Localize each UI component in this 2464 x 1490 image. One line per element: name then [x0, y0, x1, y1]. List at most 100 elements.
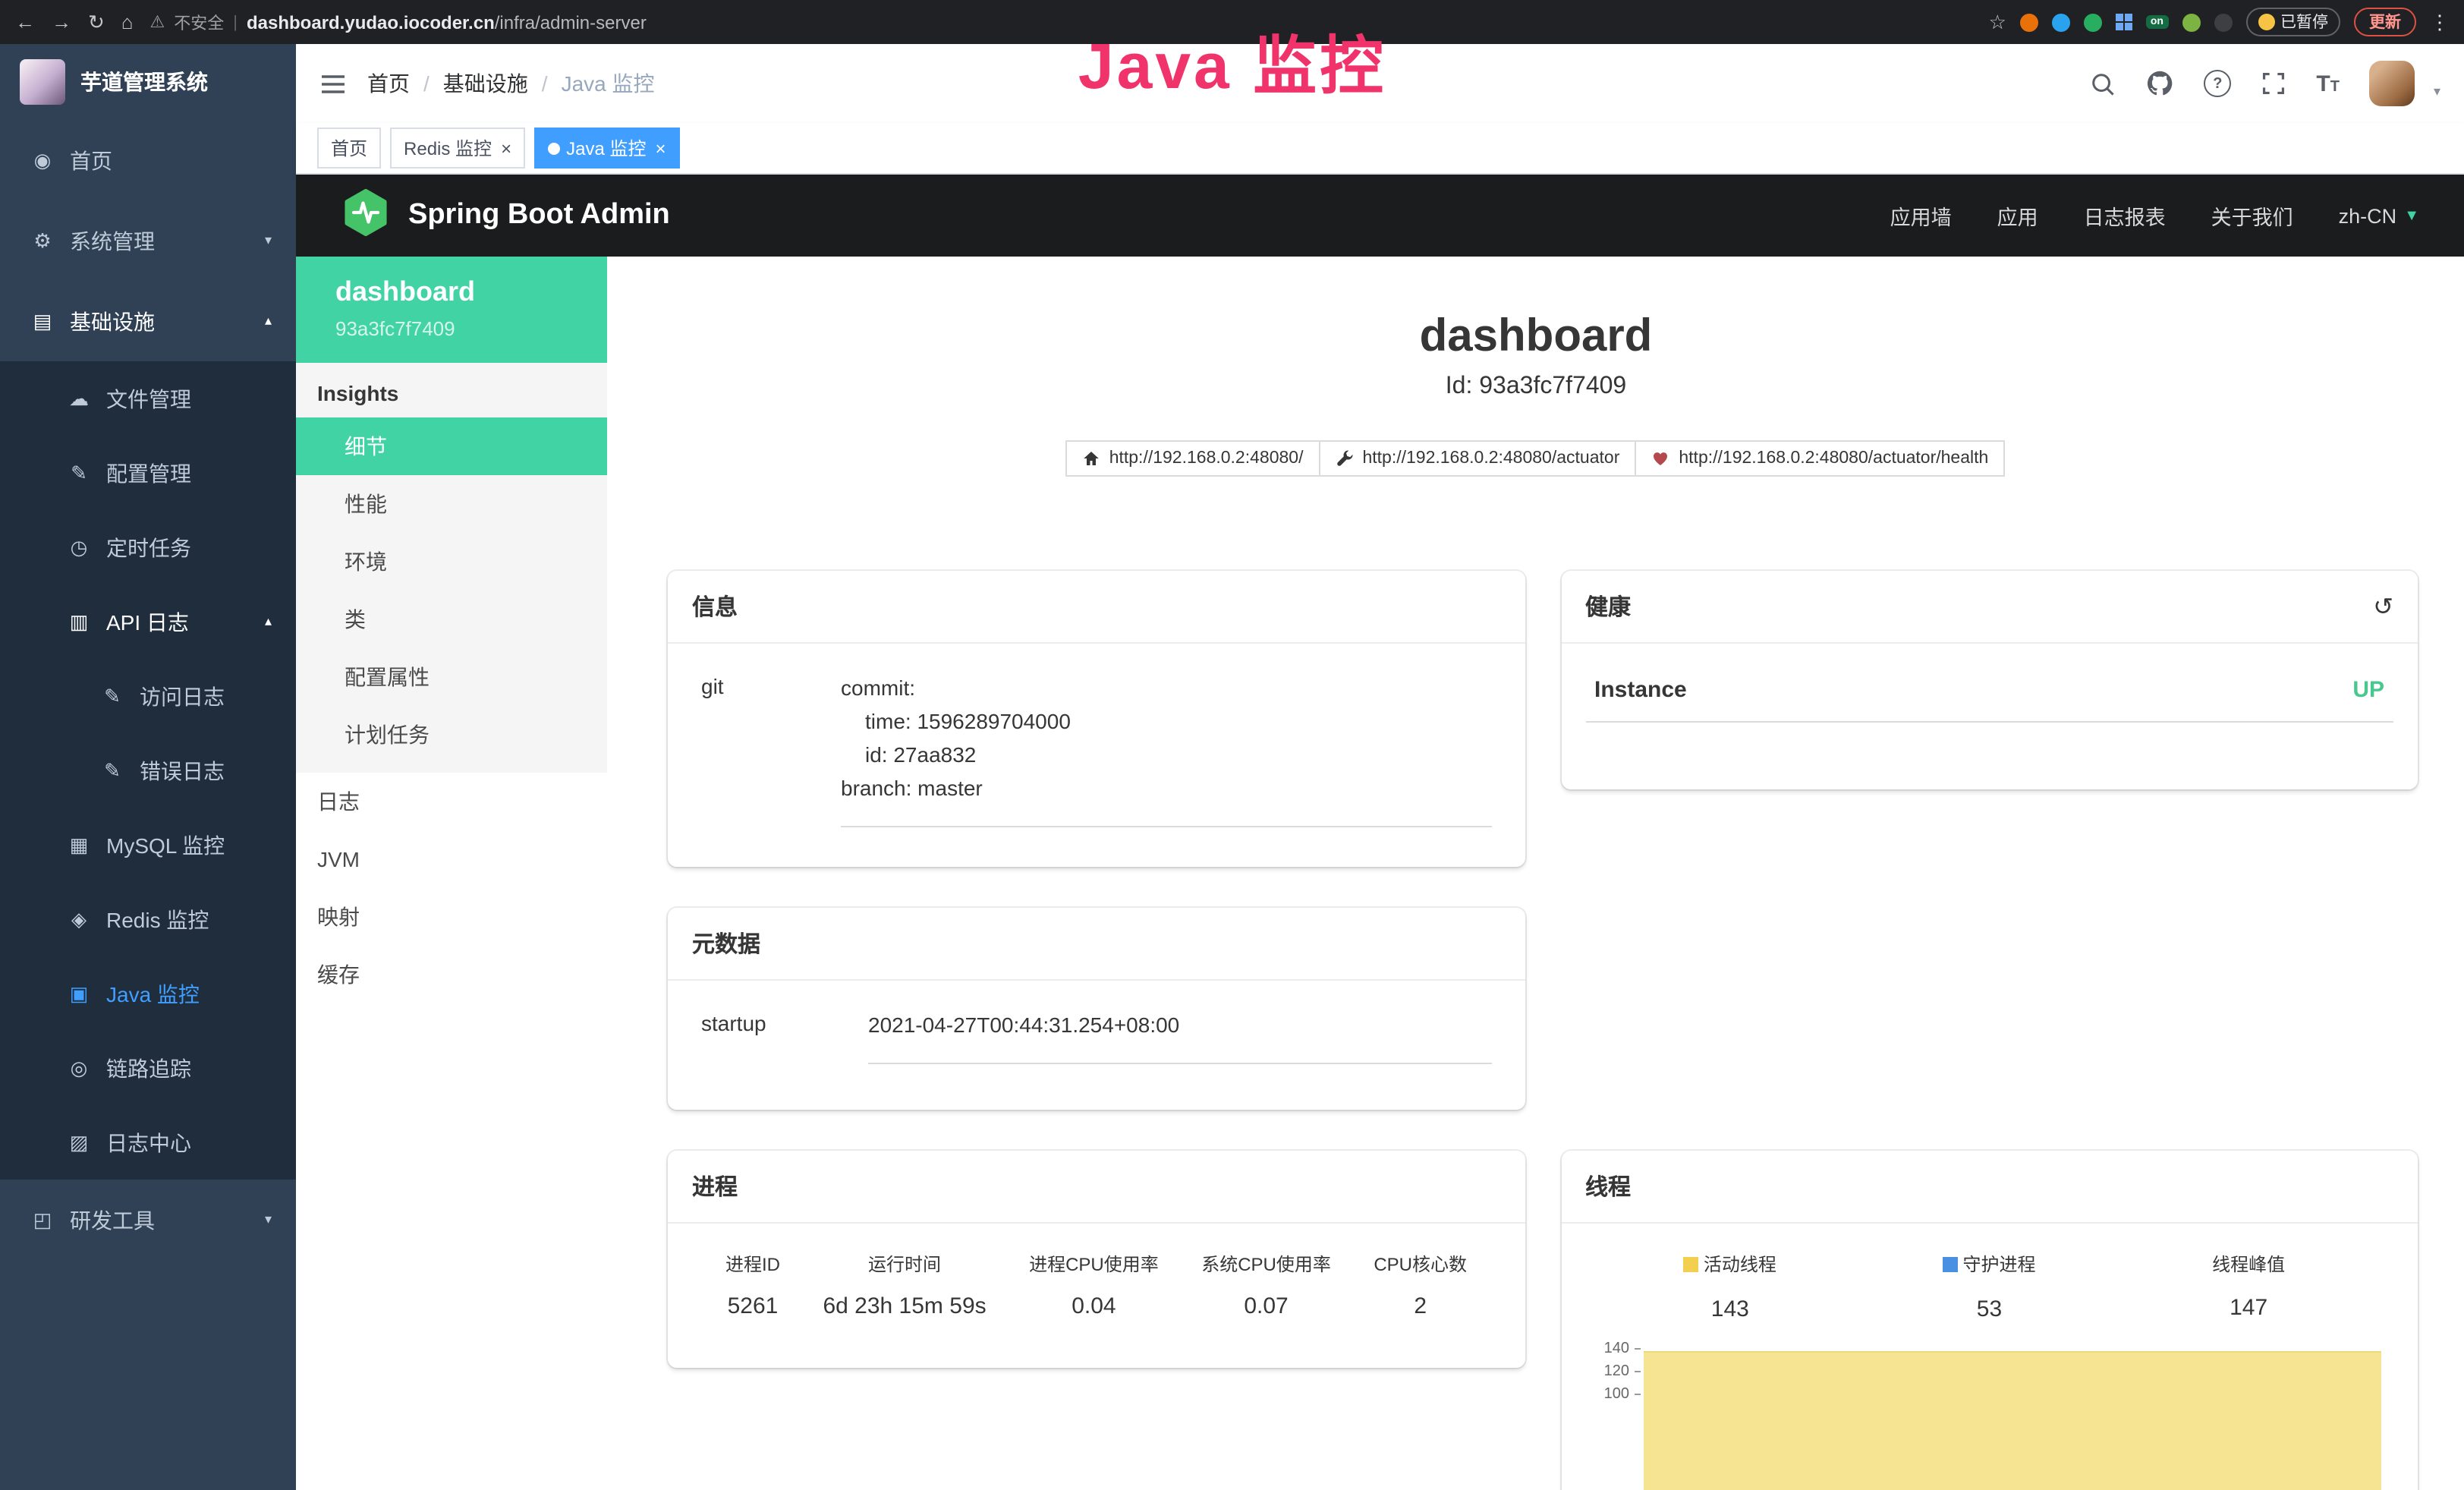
sba-item-logs[interactable]: 日志: [296, 773, 607, 830]
sidebar-item-log-center[interactable]: ▨ 日志中心: [0, 1105, 296, 1180]
app-frame: 芋道管理系统 ◉ 首页 ⚙ 系统管理 ▾ ▤ 基础设施 ▴ ☁ 文件管理: [0, 44, 2464, 1490]
metric-pid: 进程ID 5261: [725, 1251, 780, 1319]
sba-brand-title: Spring Boot Admin: [408, 199, 670, 232]
tags-view: 首页 Redis 监控 × Java 监控 ×: [296, 123, 2464, 175]
sidebar-item-label: 研发工具: [70, 1205, 155, 1235]
close-icon[interactable]: ×: [655, 137, 666, 159]
refresh-icon[interactable]: ↻: [88, 12, 105, 32]
fullscreen-icon[interactable]: [2261, 71, 2286, 96]
face-icon: [2258, 14, 2274, 30]
breadcrumb-separator: /: [542, 71, 548, 96]
app-logo-row[interactable]: 芋道管理系统: [0, 44, 296, 120]
sidebar-item-infra[interactable]: ▤ 基础设施 ▴: [0, 281, 296, 361]
chevron-down-icon: ▾: [265, 232, 272, 249]
legend-peak-threads: 线程峰值 147: [2119, 1251, 2378, 1321]
tab-home[interactable]: 首页: [317, 128, 381, 169]
instance-id: 93a3fc7f7409: [335, 317, 586, 340]
paused-badge[interactable]: 已暂停: [2245, 8, 2340, 36]
forward-icon[interactable]: →: [52, 12, 71, 32]
sidebar-item-home[interactable]: ◉ 首页: [0, 120, 296, 200]
service-url: http://192.168.0.2:48080/: [1109, 449, 1304, 468]
history-icon[interactable]: ↺: [2373, 591, 2393, 622]
sidebar-item-files[interactable]: ☁ 文件管理: [0, 361, 296, 436]
metric-cpu-cores: CPU核心数 2: [1374, 1251, 1467, 1319]
sba-item-environment[interactable]: 环境: [296, 533, 607, 591]
sba-item-caches[interactable]: 缓存: [296, 946, 607, 1003]
sidebar-item-redis[interactable]: ◈ Redis 监控: [0, 882, 296, 956]
sidebar-item-mysql[interactable]: ▦ MySQL 监控: [0, 808, 296, 882]
redis-icon: ◈: [67, 907, 91, 931]
sidebar-item-jobs[interactable]: ◷ 定时任务: [0, 510, 296, 584]
font-size-icon[interactable]: TT: [2316, 71, 2340, 96]
github-icon[interactable]: [2146, 70, 2173, 97]
extension-icon-orange[interactable]: [2020, 13, 2038, 31]
sidebar-item-api-log[interactable]: ▥ API 日志 ▴: [0, 584, 296, 659]
sidebar-item-devtools[interactable]: ◰ 研发工具 ▾: [0, 1180, 296, 1260]
info-card-title: 信息: [692, 591, 738, 622]
actuator-url-button[interactable]: http://192.168.0.2:48080/actuator: [1318, 440, 1636, 477]
health-instance-row[interactable]: Instance UP: [1585, 656, 2393, 723]
git-branch-line: branch: master: [841, 771, 1491, 805]
sba-item-jvm[interactable]: JVM: [296, 830, 607, 888]
sidebar-item-label: 定时任务: [106, 532, 191, 562]
search-icon[interactable]: [2090, 71, 2116, 96]
sidebar-item-java[interactable]: ▣ Java 监控: [0, 956, 296, 1031]
tab-redis[interactable]: Redis 监控 ×: [390, 128, 525, 169]
sidebar-item-config[interactable]: ✎ 配置管理: [0, 436, 296, 510]
chevron-down-icon: ▾: [2434, 83, 2440, 106]
sba-nav-wallboard[interactable]: 应用墙: [1890, 200, 1952, 231]
sidebar-item-system[interactable]: ⚙ 系统管理 ▾: [0, 200, 296, 281]
bookmark-star-icon[interactable]: ☆: [1989, 10, 2006, 34]
extension-icon-on-switch[interactable]: on: [2146, 15, 2168, 29]
browser-menu-icon[interactable]: ⋮: [2430, 10, 2450, 34]
home-icon[interactable]: ⌂: [121, 12, 134, 32]
close-icon[interactable]: ×: [501, 137, 511, 159]
url-text: dashboard.yudao.iocoder.cn/infra/admin-s…: [247, 11, 647, 33]
back-icon[interactable]: ←: [15, 12, 35, 32]
annotation-java-monitor: Java 监控: [1078, 15, 1386, 108]
sba-item-performance[interactable]: 性能: [296, 475, 607, 533]
trace-icon: ◎: [67, 1056, 91, 1080]
user-avatar[interactable]: [2370, 61, 2415, 106]
update-button[interactable]: 更新: [2354, 8, 2416, 36]
sidebar-item-trace[interactable]: ◎ 链路追踪: [0, 1031, 296, 1105]
sba-item-mappings[interactable]: 映射: [296, 888, 607, 946]
extension-icon-puzzle[interactable]: [2214, 13, 2232, 31]
sidebar-toggle-icon[interactable]: [320, 72, 346, 95]
url-path: /infra/admin-server: [495, 11, 647, 33]
extension-icon-green[interactable]: [2084, 13, 2102, 31]
service-url-button[interactable]: http://192.168.0.2:48080/: [1065, 440, 1320, 477]
sba-nav-applications[interactable]: 应用: [1997, 200, 2038, 231]
breadcrumb-current: Java 监控: [562, 68, 655, 99]
breadcrumb-infra[interactable]: 基础设施: [443, 68, 528, 99]
url-domain: dashboard.yudao.iocoder.cn: [247, 11, 495, 33]
sidebar-item-access-log[interactable]: ✎ 访问日志: [0, 659, 296, 733]
sba-item-details[interactable]: 细节: [296, 417, 607, 475]
git-commit-line: commit:: [841, 671, 1491, 704]
sba-item-config-props[interactable]: 配置属性: [296, 648, 607, 706]
sba-main: dashboard Id: 93a3fc7f7409 http://192.16…: [607, 257, 2464, 1490]
sba-nav-about[interactable]: 关于我们: [2211, 200, 2293, 231]
locale-select[interactable]: zh-CN ▼: [2339, 204, 2419, 227]
sidebar-item-label: 日志中心: [106, 1127, 191, 1158]
daemon-threads-swatch: [1943, 1256, 1958, 1271]
sidebar-item-error-log[interactable]: ✎ 错误日志: [0, 733, 296, 808]
help-icon[interactable]: ?: [2204, 70, 2231, 97]
instance-title: dashboard: [607, 311, 2464, 363]
chart-plot-area: [1640, 1346, 2384, 1490]
tab-java[interactable]: Java 监控 ×: [534, 128, 679, 169]
health-url-button[interactable]: http://192.168.0.2:48080/actuator/health: [1635, 440, 2005, 477]
timer-icon: ◷: [67, 535, 91, 559]
sba-item-scheduled-tasks[interactable]: 计划任务: [296, 706, 607, 764]
threads-card-title: 线程: [1585, 1170, 1631, 1202]
sba-item-classes[interactable]: 类: [296, 591, 607, 648]
extension-icon-leaf[interactable]: [2182, 13, 2200, 31]
sba-instance-header[interactable]: dashboard 93a3fc7f7409: [296, 257, 607, 363]
address-bar[interactable]: ⚠ 不安全 | dashboard.yudao.iocoder.cn/infra…: [150, 10, 1972, 34]
extension-icon-blue-drop[interactable]: [2052, 13, 2070, 31]
sba-nav-journal[interactable]: 日志报表: [2084, 200, 2166, 231]
chevron-down-icon: ▾: [265, 1211, 272, 1228]
sidebar-item-label: 配置管理: [106, 458, 191, 488]
breadcrumb-home[interactable]: 首页: [367, 68, 410, 99]
extension-icon-grid[interactable]: [2116, 14, 2132, 30]
